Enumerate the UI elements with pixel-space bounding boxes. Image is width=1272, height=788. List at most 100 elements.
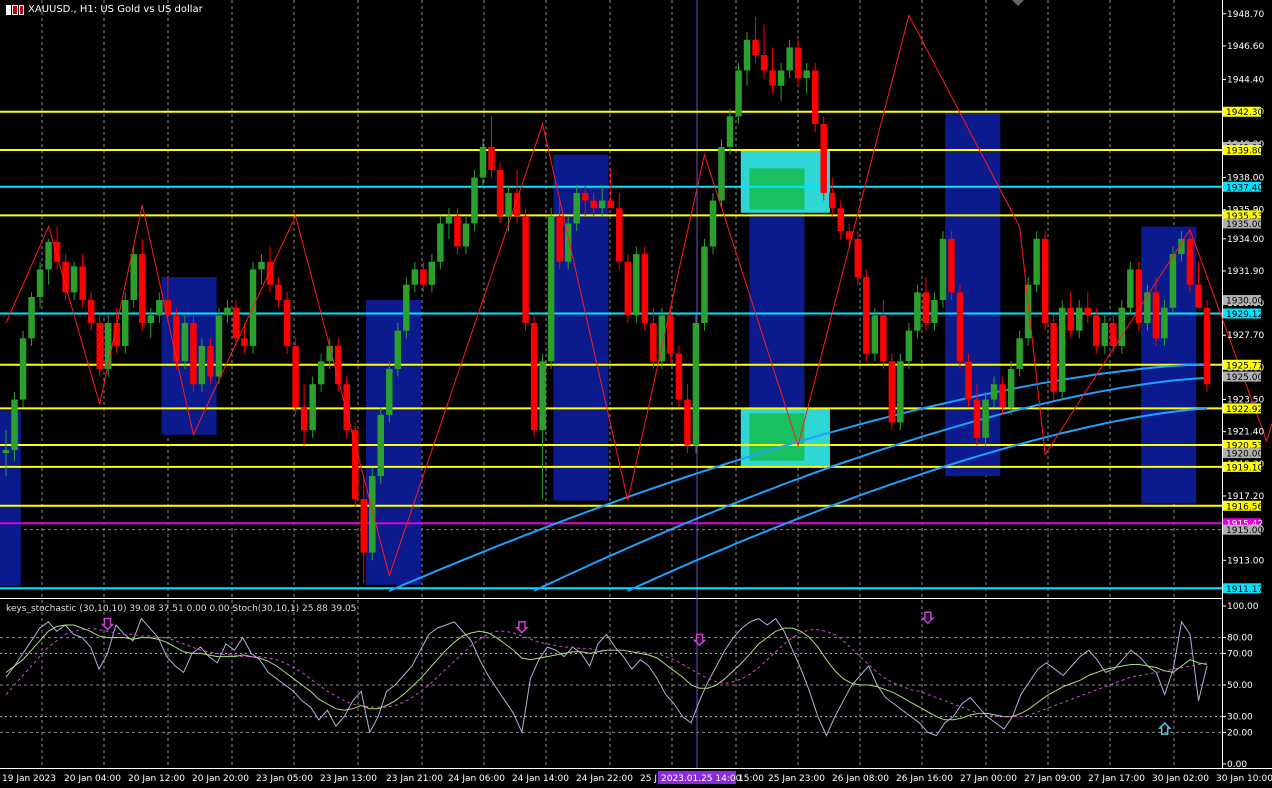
candle-body — [369, 476, 376, 553]
candle-body — [922, 292, 930, 323]
candle-body — [317, 361, 325, 385]
time-label: 20 Jan 20:00 — [192, 774, 249, 784]
candle-body — [1016, 338, 1023, 369]
candle-body — [973, 399, 981, 438]
candle-body — [965, 361, 972, 400]
price-tick-label: 1931.90 — [1227, 267, 1264, 277]
time-label: 24 Jan 06:00 — [448, 774, 505, 784]
price-tick-label: 1921.40 — [1227, 428, 1264, 438]
stoch-tick-label: 50.00 — [1227, 681, 1253, 691]
candle-body — [880, 315, 887, 362]
candle-body — [803, 70, 810, 79]
candle-body — [454, 215, 461, 247]
price-level-label: 1925.77 — [1226, 361, 1263, 371]
candle-body — [786, 47, 793, 71]
stoch-tick-label: 70.00 — [1227, 649, 1253, 659]
candle-body — [888, 361, 896, 423]
price-tick-label: 1946.60 — [1227, 42, 1264, 52]
candle-body — [130, 254, 138, 301]
candle-body — [292, 345, 299, 408]
chevron-down-icon[interactable] — [1012, 0, 1024, 6]
candle-body — [769, 70, 776, 86]
candle-body — [1093, 315, 1100, 346]
candle-body — [351, 430, 359, 500]
time-label: 26 Jan 16:00 — [896, 774, 953, 784]
time-label: 25 Jan 23:00 — [768, 774, 825, 784]
indicator-title: keys_stochastic (30,10,10) 39.08 37.51 0… — [6, 604, 357, 614]
price-level-label: 1929.12 — [1226, 310, 1263, 320]
candle-body — [675, 353, 683, 400]
candle-body — [718, 146, 725, 201]
candle-body — [1058, 307, 1066, 392]
candle-body — [241, 338, 248, 346]
candle-body — [45, 241, 52, 270]
candle-body — [1186, 238, 1194, 285]
candle-body — [394, 330, 402, 369]
candle-body — [1118, 307, 1126, 346]
candle-body — [471, 177, 478, 224]
candle-body — [207, 345, 214, 377]
price-tick-label: 1944.40 — [1227, 76, 1264, 86]
candle-body — [283, 300, 291, 346]
chart-type-icon — [6, 4, 24, 15]
stoch-tick-label: 100.00 — [1227, 602, 1259, 612]
candle-body — [794, 47, 802, 79]
candle-body — [1161, 307, 1168, 339]
time-label: 24 Jan 14:00 — [512, 774, 569, 784]
price-tick-label: 1948.70 — [1227, 10, 1264, 20]
price-tick-label: 1927.70 — [1227, 331, 1264, 341]
candle-body — [752, 39, 759, 56]
candle-body — [505, 192, 512, 216]
candle-body — [633, 254, 640, 316]
candle-body — [122, 300, 129, 346]
candle-body — [641, 254, 649, 323]
candle-body — [232, 307, 240, 339]
time-label: 27 Jan 09:00 — [1024, 774, 1081, 784]
time-label: 27 Jan 17:00 — [1088, 774, 1145, 784]
candle-body — [837, 208, 844, 232]
price-tick-label: 1917.20 — [1227, 492, 1264, 502]
candle-body — [181, 322, 189, 362]
candle-body — [139, 254, 146, 323]
candle-body — [1024, 284, 1032, 339]
candle-body — [828, 192, 836, 209]
candle-body — [948, 238, 955, 293]
candle-body — [999, 384, 1006, 408]
price-level-label: 1911.17 — [1226, 585, 1263, 595]
candle-body — [488, 146, 495, 170]
candle-body — [905, 330, 913, 362]
candle-body — [684, 399, 691, 446]
candle-body — [914, 292, 921, 331]
candle-body — [1050, 322, 1057, 392]
candle-body — [411, 269, 419, 285]
candle-body — [820, 123, 827, 193]
candle-body — [777, 70, 785, 86]
candle-body — [360, 499, 367, 553]
candle-body — [871, 315, 879, 354]
candle-body — [650, 322, 657, 362]
stoch-tick-label: 30.00 — [1227, 713, 1253, 723]
candle-body — [309, 384, 316, 431]
candle-body — [530, 322, 538, 431]
candle-body — [479, 146, 487, 178]
candle-body — [198, 345, 206, 385]
candle-body — [1067, 307, 1074, 331]
price-level-label: 1930.00 — [1226, 297, 1263, 307]
candle-body — [70, 266, 78, 293]
stoch-tick-label: 20.00 — [1227, 728, 1253, 738]
candle-body — [403, 284, 410, 331]
candle-body — [854, 238, 862, 278]
candle-body — [1144, 292, 1151, 323]
candle-body — [496, 169, 504, 216]
chart-canvas[interactable]: 1948.701946.601944.401942.301940.201938.… — [0, 0, 1272, 788]
candle-body — [1203, 307, 1211, 385]
time-label: 23 Jan 05:00 — [256, 774, 313, 784]
time-label: 27 Jan 00:00 — [960, 774, 1017, 784]
candle-body — [19, 338, 27, 400]
candle-body — [2, 450, 10, 454]
zone-green — [749, 168, 805, 210]
candle-body — [1084, 307, 1091, 316]
candle-body — [11, 399, 18, 451]
price-level-label: 1925.00 — [1226, 373, 1263, 383]
price-tick-label: 1913.00 — [1227, 556, 1264, 566]
